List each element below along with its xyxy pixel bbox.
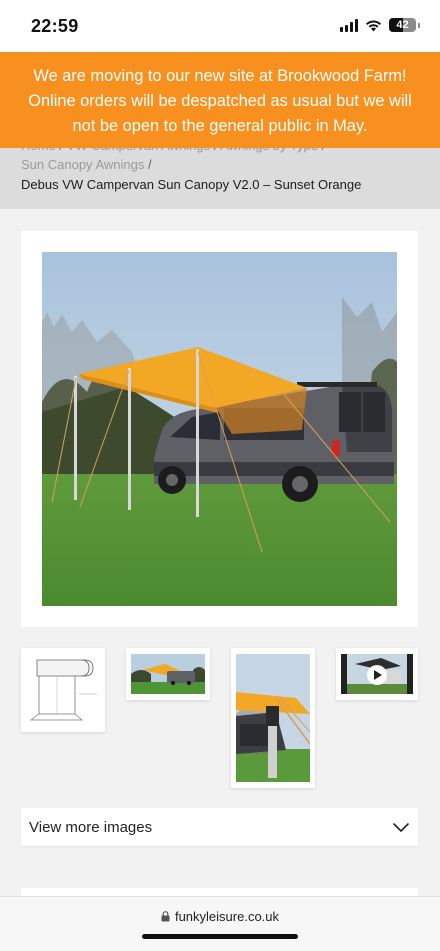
announcement-line: not be open to the general public in May… — [72, 117, 368, 135]
main-image-card[interactable] — [21, 231, 418, 627]
announcement-banner: We are moving to our new site at Brookwo… — [0, 52, 440, 148]
canopy-video-thumbnail[interactable] — [336, 648, 418, 700]
lock-icon — [161, 911, 170, 922]
canopy-diagram-thumbnail[interactable] — [21, 648, 105, 732]
announcement-line: Online orders will be despatched as usua… — [28, 92, 412, 110]
breadcrumb-current-page: Debus VW Campervan Sun Canopy V2.0 – Sun… — [21, 177, 362, 192]
view-more-images-button[interactable]: View more images — [21, 808, 418, 846]
view-more-images-label: View more images — [29, 818, 153, 836]
status-time: 22:59 — [31, 16, 79, 36]
chevron-down-icon — [393, 823, 409, 832]
announcement-line: We are moving to our new site at Brookwo… — [33, 67, 407, 85]
campervan-sun-canopy-photo[interactable] — [42, 252, 397, 606]
battery-level: 42 — [396, 19, 409, 31]
canopy-wide-thumbnail[interactable] — [126, 648, 210, 700]
status-icons: 42 — [340, 18, 420, 32]
cellular-signal-icon — [340, 18, 358, 32]
wifi-icon — [366, 19, 381, 31]
home-indicator[interactable] — [142, 934, 298, 939]
url-text: funkyleisure.co.uk — [174, 909, 280, 924]
browser-url-bar[interactable]: funkyleisure.co.uk — [0, 896, 440, 951]
breadcrumb-link-sun-canopy-awnings[interactable]: Sun Canopy Awnings — [21, 157, 144, 172]
battery-icon: 42 — [389, 18, 416, 32]
canopy-pole-closeup-thumbnail[interactable] — [231, 648, 315, 788]
status-bar: 22:59 42 — [0, 0, 440, 52]
